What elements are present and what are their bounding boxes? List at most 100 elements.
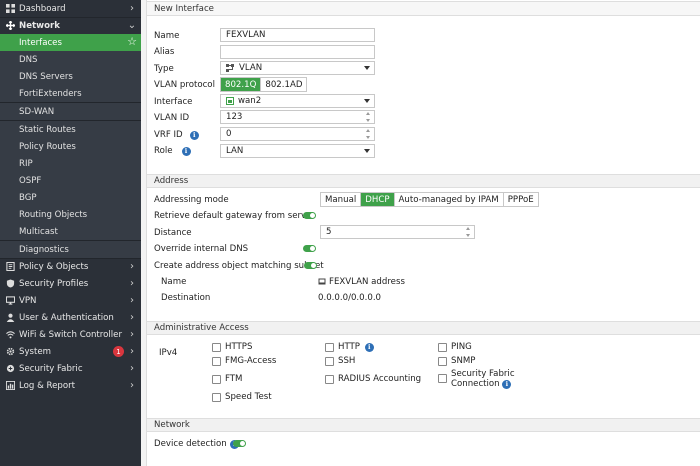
chevron-right-icon: › [130, 278, 134, 289]
favorite-star-icon[interactable]: ☆ [127, 35, 137, 48]
info-icon[interactable]: i [181, 146, 191, 156]
vlan-protocol-label: VLAN protocol [154, 80, 215, 90]
sidebar-sub-bgp[interactable]: BGP [0, 189, 141, 206]
http-label-row: HTTP i [338, 342, 374, 352]
sidebar-sub-static-routes[interactable]: Static Routes [0, 121, 141, 138]
mode-ipam[interactable]: Auto-managed by IPAM [395, 193, 504, 206]
override-dns-label: Override internal DNS [154, 244, 249, 254]
spinner-icon[interactable] [464, 227, 472, 237]
radius-accounting-checkbox[interactable] [325, 375, 334, 384]
speed-test-checkbox[interactable] [212, 393, 221, 402]
vlan-protocol-toggle: 802.1Q 802.1AD [220, 77, 308, 92]
retrieve-gateway-toggle[interactable] [303, 212, 316, 219]
sidebar-item-policy-objects[interactable]: Policy & Objects › [0, 258, 141, 275]
radius-accounting-label: RADIUS Accounting [338, 374, 422, 384]
sidebar-item-user-auth[interactable]: User & Authentication › [0, 309, 141, 326]
chevron-down-icon: ⌄ [127, 20, 137, 31]
mode-manual[interactable]: Manual [321, 193, 362, 206]
sidebar-item-label: User & Authentication [19, 312, 114, 323]
address-name-label: Name [161, 277, 187, 287]
https-label: HTTPS [225, 342, 253, 352]
fmg-access-label: FMG-Access [225, 356, 277, 366]
sidebar-sub-rip[interactable]: RIP [0, 155, 141, 172]
dashboard-icon [5, 4, 15, 14]
address-object-icon [318, 278, 326, 286]
http-checkbox[interactable] [325, 343, 334, 352]
vlan-id-label: VLAN ID [154, 113, 190, 123]
create-address-toggle[interactable] [304, 262, 317, 269]
info-icon[interactable]: i [502, 379, 512, 389]
name-field[interactable] [220, 28, 375, 42]
sidebar-item-label: Security Fabric [19, 363, 83, 374]
sidebar-sub-fortiextenders[interactable]: FortiExtenders [0, 85, 141, 102]
vlan-protocol-8021q[interactable]: 802.1Q [221, 78, 262, 91]
sidebar-sub-multicast[interactable]: Multicast [0, 223, 141, 240]
type-select[interactable]: VLAN [220, 61, 375, 75]
sidebar-sub-interfaces[interactable]: Interfaces ☆ [0, 34, 141, 51]
sidebar-item-dashboard[interactable]: Dashboard › [0, 0, 141, 17]
network-section-header: Network [147, 418, 700, 432]
vrf-id-label: VRF ID [154, 130, 183, 140]
shield-icon [5, 279, 15, 289]
sidebar-item-security-profiles[interactable]: Security Profiles › [0, 275, 141, 292]
sidebar-item-security-fabric[interactable]: Security Fabric › [0, 360, 141, 377]
wifi-icon [5, 330, 15, 340]
chevron-right-icon: › [130, 380, 134, 391]
sidebar-item-label: Multicast [19, 226, 58, 237]
vrf-id-value: 0 [226, 129, 232, 139]
sidebar-sub-dns[interactable]: DNS [0, 51, 141, 68]
alias-label: Alias [154, 47, 175, 57]
chevron-right-icon: › [130, 3, 134, 14]
address-name-value: FEXVLAN address [329, 277, 405, 287]
vrf-id-field[interactable]: 0 [220, 127, 375, 141]
ftm-checkbox[interactable] [212, 375, 221, 384]
sidebar-sub-routing-objects[interactable]: Routing Objects [0, 206, 141, 223]
mode-dhcp[interactable]: DHCP [361, 193, 395, 206]
vlan-id-field[interactable]: 123 [220, 110, 375, 124]
sidebar-sub-policy-routes[interactable]: Policy Routes [0, 138, 141, 155]
sidebar-item-label: DNS [19, 54, 38, 65]
ping-label: PING [451, 342, 472, 352]
snmp-checkbox[interactable] [438, 357, 447, 366]
address-section-header: Address [147, 174, 700, 188]
address-name-row: FEXVLAN address [318, 275, 405, 289]
sidebar-item-vpn[interactable]: VPN › [0, 292, 141, 309]
http-label: HTTP [338, 342, 360, 352]
interface-select[interactable]: wan2 [220, 94, 375, 108]
chevron-down-icon [364, 66, 370, 70]
spinner-icon[interactable] [364, 112, 372, 122]
mode-pppoe[interactable]: PPPoE [504, 193, 538, 206]
chevron-right-icon: › [130, 363, 134, 374]
sidebar-sub-dns-servers[interactable]: DNS Servers [0, 68, 141, 85]
info-icon[interactable]: i [364, 342, 374, 352]
security-fabric-connection-checkbox[interactable] [438, 374, 447, 383]
ssh-checkbox[interactable] [325, 357, 334, 366]
sidebar-item-wifi-switch[interactable]: WiFi & Switch Controller › [0, 326, 141, 343]
ftm-label: FTM [225, 374, 243, 384]
ssh-label: SSH [338, 356, 356, 366]
interface-value: wan2 [238, 96, 262, 106]
sidebar-item-network[interactable]: Network ⌄ [0, 17, 141, 34]
fmg-access-checkbox[interactable] [212, 357, 221, 366]
distance-field[interactable]: 5 [320, 225, 475, 239]
vlan-protocol-8021ad[interactable]: 802.1AD [261, 78, 306, 91]
page-title: New Interface [147, 1, 700, 16]
https-checkbox[interactable] [212, 343, 221, 352]
role-select[interactable]: LAN [220, 144, 375, 158]
device-detection-toggle[interactable] [233, 440, 246, 447]
sidebar-item-label: FortiExtenders [19, 88, 82, 99]
chevron-right-icon: › [130, 295, 134, 306]
sidebar-item-label: RIP [19, 158, 33, 169]
ping-checkbox[interactable] [438, 343, 447, 352]
override-dns-toggle[interactable] [303, 245, 316, 252]
info-icon[interactable]: i [189, 130, 199, 140]
sidebar-item-system[interactable]: System 1 › [0, 343, 141, 360]
vlan-icon [226, 64, 235, 72]
alias-field[interactable] [220, 45, 375, 59]
sidebar-sub-sd-wan[interactable]: SD-WAN [0, 103, 141, 120]
sidebar-item-label: System [19, 346, 52, 357]
spinner-icon[interactable] [364, 129, 372, 139]
sidebar-sub-diagnostics[interactable]: Diagnostics [0, 241, 141, 258]
sidebar-item-log-report[interactable]: Log & Report › [0, 377, 141, 394]
sidebar-sub-ospf[interactable]: OSPF [0, 172, 141, 189]
